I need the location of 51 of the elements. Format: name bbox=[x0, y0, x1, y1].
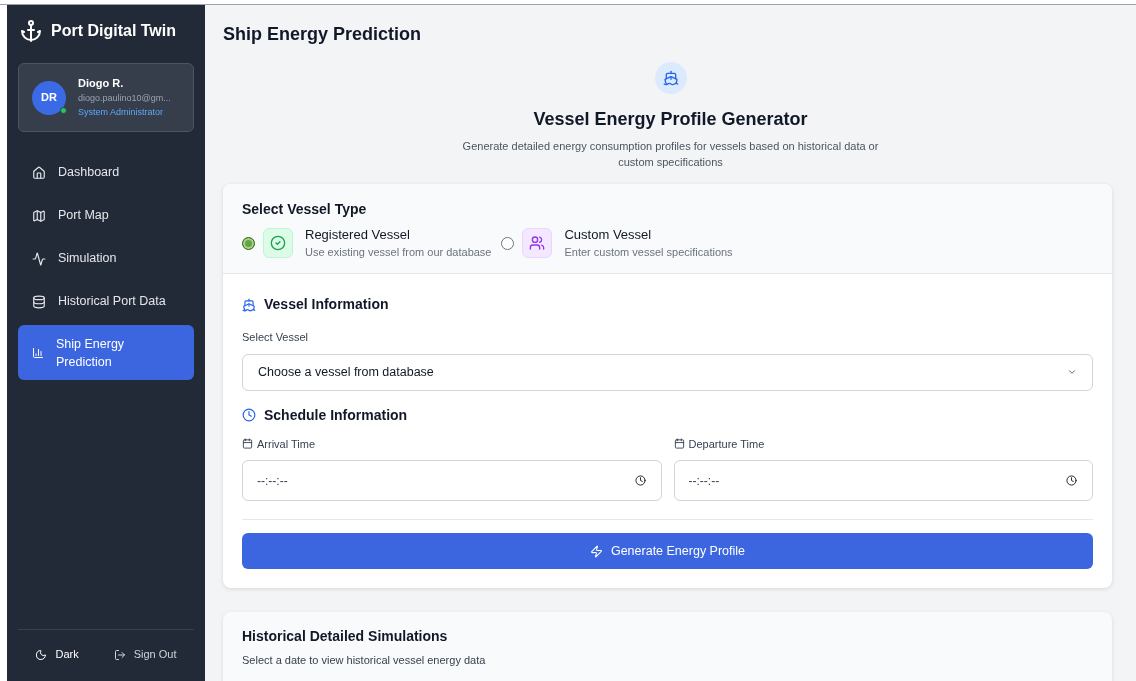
vessel-select[interactable]: Choose a vessel from database bbox=[242, 353, 1093, 391]
bar-chart-icon bbox=[32, 346, 44, 359]
section-heading: Historical Detailed Simulations bbox=[242, 627, 449, 646]
option-description: Enter custom vessel specifications bbox=[564, 245, 733, 260]
section-heading: Select Vessel Type bbox=[242, 200, 368, 219]
database-icon bbox=[32, 294, 46, 309]
section-heading: Vessel Information bbox=[264, 295, 389, 314]
field-label: Select Vessel bbox=[242, 330, 310, 345]
section-subtitle: Select a date to view historical vessel energy data bbox=[242, 653, 487, 668]
nav-item[interactable]: Port Map bbox=[18, 196, 194, 235]
generate-button[interactable]: Generate Energy Profile bbox=[242, 533, 1093, 569]
calendar-icon bbox=[242, 438, 253, 450]
field-label: Departure Time bbox=[688, 436, 765, 452]
calendar-icon bbox=[673, 438, 685, 450]
field-label: Arrival Time bbox=[257, 436, 316, 452]
sign-out-icon bbox=[113, 648, 126, 661]
user-email: diogo.paulino10@gm... bbox=[78, 92, 171, 105]
nav-item[interactable]: Simulation bbox=[18, 239, 194, 278]
sign-out-button[interactable]: Sign Out bbox=[113, 646, 177, 663]
dark-mode-button[interactable]: Dark bbox=[35, 646, 79, 663]
hero-title: Vessel Energy Profile Generator bbox=[533, 108, 808, 131]
house-icon bbox=[32, 165, 46, 180]
clock-icon[interactable] bbox=[634, 475, 646, 486]
moon-icon bbox=[35, 648, 48, 661]
nav-item[interactable]: Historical Port Data bbox=[18, 282, 194, 321]
ship-icon bbox=[242, 297, 256, 312]
user-name: Diogo R. bbox=[78, 76, 125, 91]
chevron-down-icon bbox=[1067, 367, 1077, 377]
lightning-icon bbox=[589, 544, 603, 558]
time-field[interactable]: --:--:-- bbox=[673, 460, 1093, 501]
radio-button[interactable] bbox=[501, 236, 515, 250]
ship-icon bbox=[654, 62, 687, 94]
clock-icon[interactable] bbox=[1066, 475, 1077, 486]
time-field[interactable]: --:--:-- bbox=[242, 460, 662, 501]
option-title: Registered Vessel bbox=[305, 226, 411, 244]
pulse-icon bbox=[32, 251, 46, 266]
user-role: System Administrator bbox=[78, 106, 165, 119]
clock-icon bbox=[242, 408, 256, 422]
app-title: Port Digital Twin bbox=[51, 21, 177, 41]
user-avatar: DR bbox=[32, 80, 66, 115]
users-icon bbox=[522, 228, 553, 258]
nav-item[interactable]: Ship Energy Prediction bbox=[18, 325, 194, 380]
anchor-icon bbox=[19, 19, 43, 43]
nav-item[interactable]: Dashboard bbox=[18, 153, 194, 192]
option-description: Use existing vessel from our database bbox=[305, 245, 492, 260]
radio-button[interactable] bbox=[242, 236, 255, 250]
map-icon bbox=[32, 208, 46, 223]
page-title: Ship Energy Prediction bbox=[223, 23, 423, 46]
hero-subtitle: Generate detailed energy consumption profiles for vessels based on historical data or custom specifications bbox=[461, 139, 880, 170]
option-title: Custom Vessel bbox=[564, 226, 653, 244]
section-heading: Schedule Information bbox=[264, 405, 408, 425]
